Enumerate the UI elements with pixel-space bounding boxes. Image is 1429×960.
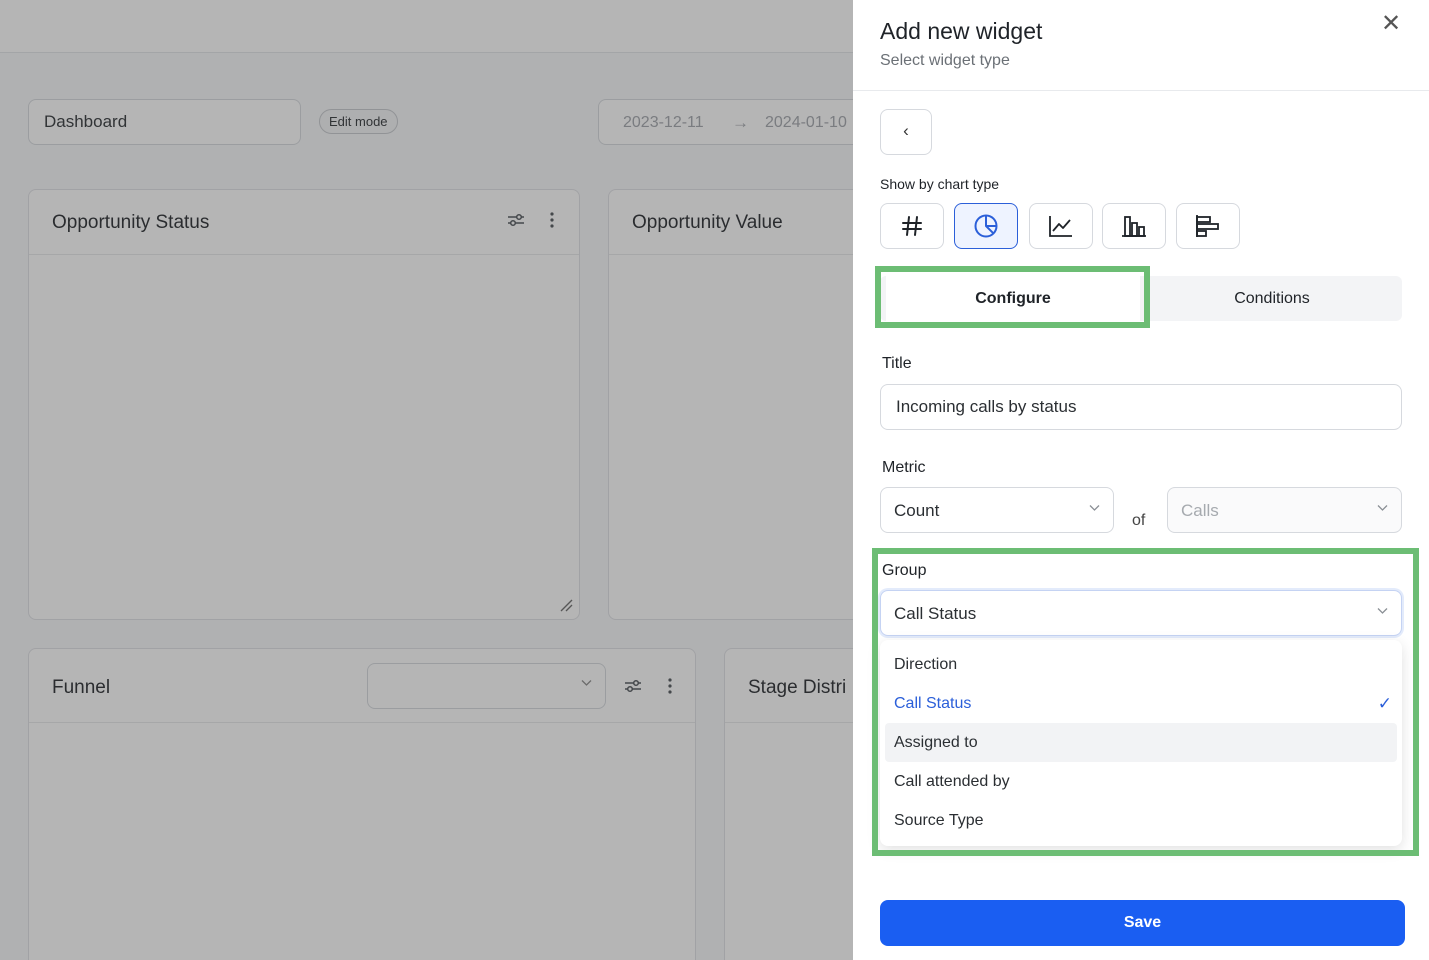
option-label: Source Type (894, 812, 984, 829)
group-value: Call Status (894, 604, 977, 623)
chevron-down-icon (1376, 604, 1389, 620)
bar-chart-icon (1196, 215, 1219, 237)
option-label: Call Status (894, 695, 972, 712)
add-widget-panel: Add new widget Select widget type ✕ ‹ Sh… (853, 0, 1429, 960)
chevron-left-icon: ‹ (903, 121, 909, 140)
tab-conditions[interactable]: Conditions (1142, 276, 1402, 321)
option-label: Direction (894, 656, 958, 673)
pie-chart-icon (974, 214, 998, 238)
of-label: of (1132, 512, 1146, 529)
option-label: Call attended by (894, 773, 1010, 790)
group-option-direction[interactable]: Direction (885, 645, 1397, 684)
modal-backdrop[interactable] (0, 0, 853, 960)
config-tabs: Configure Conditions (880, 276, 1402, 321)
title-label: Title (882, 355, 912, 372)
group-dropdown-menu: Direction Call Status ✓ Assigned to Call… (880, 640, 1402, 846)
group-option-call-attended-by[interactable]: Call attended by (885, 762, 1397, 801)
chart-type-number-button[interactable] (880, 203, 944, 249)
panel-subtitle: Select widget type (880, 52, 1010, 69)
entity-select[interactable]: Calls (1167, 487, 1402, 533)
save-button[interactable]: Save (880, 900, 1405, 946)
line-chart-icon (1049, 216, 1072, 237)
close-icon[interactable]: ✕ (1376, 10, 1406, 40)
group-option-call-status[interactable]: Call Status ✓ (885, 684, 1397, 723)
panel-title: Add new widget (880, 18, 1043, 44)
chart-type-line-button[interactable] (1029, 203, 1093, 249)
metric-label: Metric (882, 459, 926, 476)
hash-icon (902, 216, 922, 236)
chart-type-label: Show by chart type (880, 176, 1000, 192)
panel-header: Add new widget Select widget type ✕ (853, 0, 1429, 91)
group-label: Group (882, 562, 927, 579)
option-label: Assigned to (894, 734, 978, 751)
group-select[interactable]: Call Status (880, 590, 1402, 636)
entity-value: Calls (1181, 501, 1219, 520)
chart-type-column-button[interactable] (1102, 203, 1166, 249)
metric-value: Count (894, 501, 940, 520)
group-option-assigned-to[interactable]: Assigned to (885, 723, 1397, 762)
chevron-down-icon (1088, 501, 1101, 517)
tab-configure[interactable]: Configure (886, 276, 1140, 321)
chart-type-bar-button[interactable] (1176, 203, 1240, 249)
check-icon: ✓ (1377, 694, 1392, 713)
title-input[interactable] (880, 384, 1402, 430)
group-option-source-type[interactable]: Source Type (885, 801, 1397, 840)
metric-select[interactable]: Count (880, 487, 1114, 533)
column-chart-icon (1122, 216, 1146, 237)
chart-type-pie-button[interactable] (954, 203, 1018, 249)
back-button[interactable]: ‹ (880, 109, 932, 155)
chevron-down-icon (1376, 501, 1389, 517)
